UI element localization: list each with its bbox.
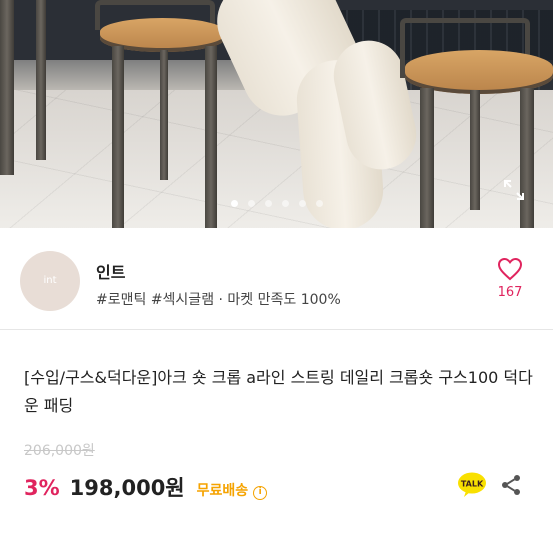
free-shipping-label[interactable]: 무료배송 [197,483,249,499]
stool-leg [0,0,14,175]
kakao-talk-icon[interactable]: TALK [457,472,487,498]
carousel-dot[interactable] [281,200,289,207]
divider [0,329,553,330]
talk-label: TALK [461,480,484,489]
share-icon[interactable] [499,473,523,497]
avatar[interactable]: int [20,251,80,311]
carousel-dot[interactable] [247,200,255,207]
carousel-dot[interactable] [315,200,323,207]
sale-price: 198,000원 [69,476,185,500]
carousel-dot[interactable] [230,200,238,207]
product-title: [수입/구스&덕다운]아크 숏 크롭 a라인 스트링 데일리 크롭숏 구스100… [24,368,533,415]
carousel-dot[interactable] [298,200,306,207]
seller-tags: #로맨틱 #섹시글램 · 마켓 만족도 100% [96,292,341,308]
price-row: 3% 198,000원 무료배송 i [24,472,268,500]
heart-icon[interactable] [497,257,523,281]
discount-rate: 3% [24,476,60,500]
like-button[interactable]: 167 [490,257,530,300]
stool-leg [160,50,168,180]
product-photo[interactable] [0,0,553,228]
carousel-dot[interactable] [264,200,272,207]
stool-leg [36,0,46,160]
seller-info[interactable]: int 인트 #로맨틱 #섹시글램 · 마켓 만족도 100% 167 [0,229,553,329]
info-icon[interactable]: i [253,486,268,500]
seller-name[interactable]: 인트 [96,259,125,283]
original-price: 206,000원 [24,443,95,459]
carousel-indicator[interactable] [0,192,553,211]
like-count: 167 [497,285,523,300]
expand-icon[interactable] [502,178,526,202]
